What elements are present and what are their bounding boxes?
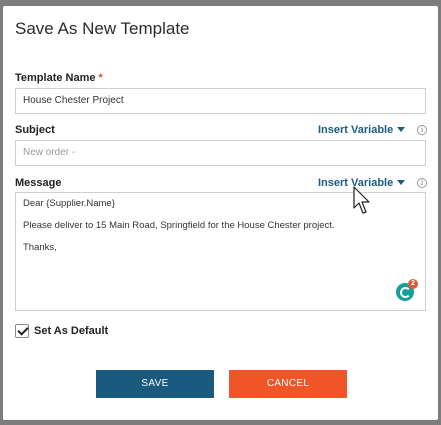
grammarly-count-badge: 2 bbox=[408, 279, 418, 289]
subject-label: Subject bbox=[15, 124, 55, 136]
required-mark: * bbox=[98, 72, 103, 84]
subject-insert-variable-label: Insert Variable bbox=[318, 124, 394, 136]
chevron-down-icon bbox=[397, 127, 406, 132]
chevron-down-icon bbox=[397, 180, 406, 185]
dialog-title: Save As New Template bbox=[15, 19, 190, 38]
message-label: Message bbox=[15, 177, 62, 189]
info-icon[interactable]: i bbox=[417, 178, 427, 188]
subject-input[interactable]: New order - bbox=[15, 140, 426, 166]
subject-insert-variable-dropdown[interactable]: Insert Variable bbox=[318, 124, 406, 136]
info-icon[interactable]: i bbox=[417, 125, 427, 135]
cancel-button[interactable]: CANCEL bbox=[229, 370, 347, 398]
set-default-checkbox[interactable] bbox=[15, 324, 29, 338]
message-line: Thanks, bbox=[23, 242, 57, 253]
template-name-label: Template Name * bbox=[15, 72, 103, 84]
template-name-input[interactable]: House Chester Project bbox=[15, 88, 426, 114]
template-name-value: House Chester Project bbox=[23, 95, 124, 106]
message-line: Dear {Supplier.Name} bbox=[23, 198, 115, 209]
subject-placeholder: New order - bbox=[23, 147, 76, 158]
save-button[interactable]: SAVE bbox=[96, 370, 214, 398]
template-name-label-text: Template Name bbox=[15, 72, 96, 84]
mouse-cursor-icon bbox=[353, 186, 370, 214]
set-default-label: Set As Default bbox=[34, 325, 109, 337]
message-line: Please deliver to 15 Main Road, Springfi… bbox=[23, 220, 335, 231]
